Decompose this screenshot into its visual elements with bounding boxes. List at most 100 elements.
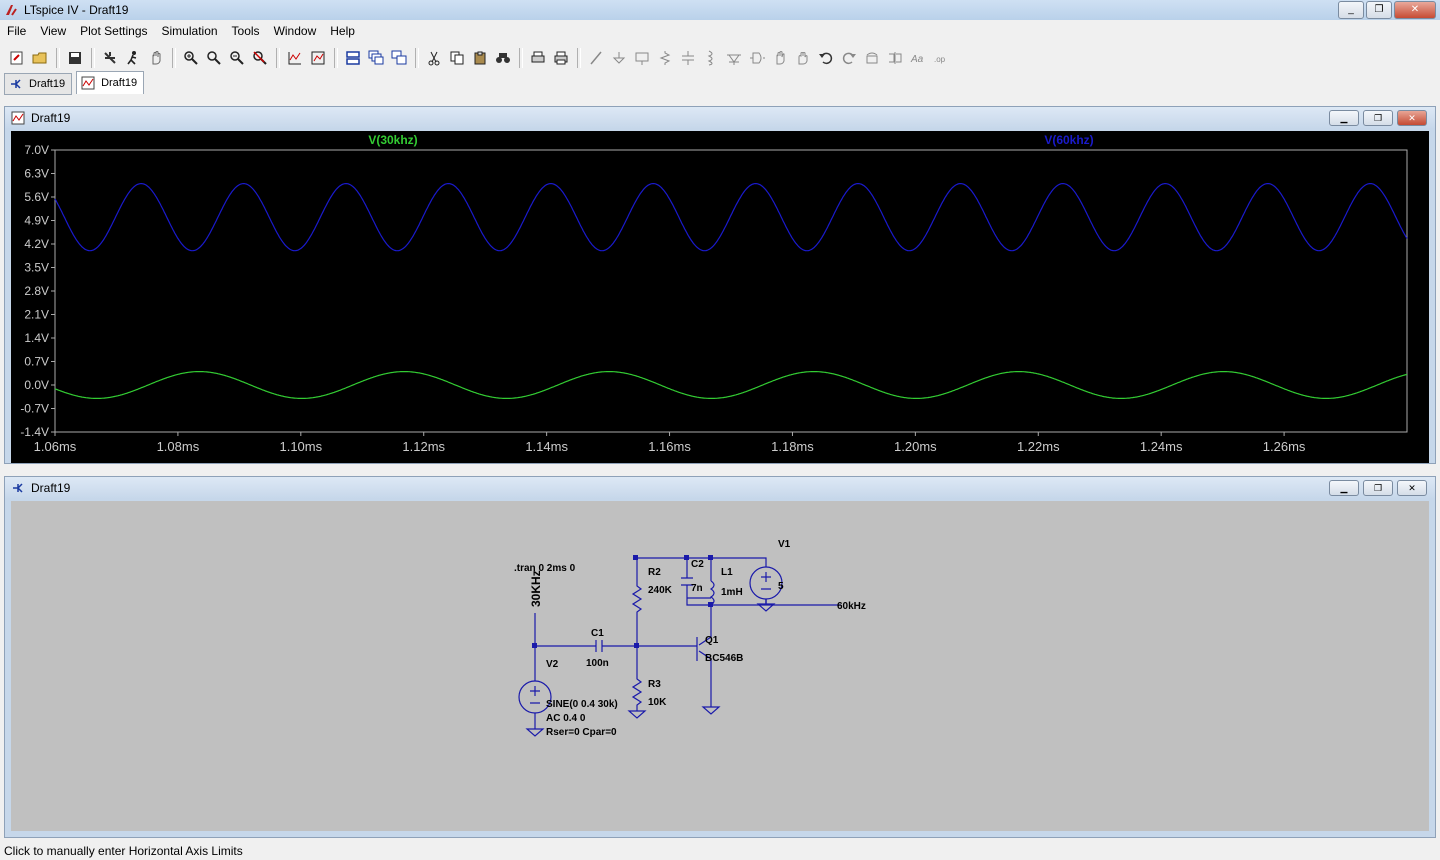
move-icon[interactable] bbox=[769, 47, 791, 69]
control-panel-icon[interactable] bbox=[99, 47, 121, 69]
waveform-chart[interactable]: 7.0V 6.3V 5.6V 4.9V 4.2V 3.5V 2.8V 2.1V 1.4V 0.7V… bbox=[11, 131, 1429, 463]
v2-line3[interactable]: Rser=0 Cpar=0 bbox=[546, 727, 617, 738]
halt-icon[interactable] bbox=[145, 47, 167, 69]
trace-v60khz[interactable] bbox=[54, 182, 1408, 252]
x-tick-label[interactable]: 1.10ms bbox=[279, 439, 322, 454]
spice-directive-icon[interactable]: .op bbox=[930, 47, 952, 69]
restore-button[interactable]: ❐ bbox=[1366, 1, 1392, 19]
x-tick-label[interactable]: 1.24ms bbox=[1140, 439, 1183, 454]
print-icon[interactable] bbox=[550, 47, 572, 69]
cut-icon[interactable] bbox=[423, 47, 445, 69]
x-tick-label[interactable]: 1.12ms bbox=[402, 439, 445, 454]
c1-value[interactable]: 100n bbox=[586, 658, 609, 669]
menu-tools[interactable]: Tools bbox=[225, 22, 267, 42]
x-tick-label[interactable]: 1.14ms bbox=[525, 439, 568, 454]
component-icon[interactable] bbox=[746, 47, 768, 69]
tran-directive[interactable]: .tran 0 2ms 0 bbox=[514, 563, 576, 574]
x-tick-label[interactable]: 1.06ms bbox=[34, 439, 77, 454]
capacitor-icon[interactable] bbox=[677, 47, 699, 69]
l1-name[interactable]: L1 bbox=[721, 567, 733, 578]
v2-line1[interactable]: SINE(0 0.4 30k) bbox=[546, 699, 618, 710]
schematic-window-titlebar[interactable]: Draft19 ▁ ❐ ✕ bbox=[5, 477, 1435, 499]
net-label-60khz[interactable]: 60kHz bbox=[837, 601, 866, 612]
v2-name[interactable]: V2 bbox=[546, 659, 559, 670]
trace-label-v60khz[interactable]: V(60khz) bbox=[1044, 133, 1093, 147]
zoom-in-icon[interactable] bbox=[180, 47, 202, 69]
inductor-icon[interactable] bbox=[700, 47, 722, 69]
menu-plot-settings[interactable]: Plot Settings bbox=[73, 22, 154, 42]
v1-name[interactable]: V1 bbox=[778, 539, 791, 550]
mirror-icon[interactable] bbox=[884, 47, 906, 69]
plot-close-button[interactable]: ✕ bbox=[1397, 110, 1427, 126]
l1-value[interactable]: 1mH bbox=[721, 587, 743, 598]
plot-window-titlebar[interactable]: Draft19 ▁ ❐ ✕ bbox=[5, 107, 1435, 129]
copy-icon[interactable] bbox=[446, 47, 468, 69]
schematic-minimize-button[interactable]: ▁ bbox=[1329, 480, 1359, 496]
close-button[interactable]: ✕ bbox=[1394, 1, 1436, 19]
net-label-30khz[interactable]: 30KHz bbox=[529, 570, 543, 607]
axis-icon[interactable] bbox=[307, 47, 329, 69]
y-tick-label: 3.5V bbox=[24, 261, 49, 275]
v2-line2[interactable]: AC 0.4 0 bbox=[546, 713, 586, 724]
plot-restore-button[interactable]: ❐ bbox=[1363, 110, 1393, 126]
q1-name[interactable]: Q1 bbox=[705, 635, 719, 646]
tab-schematic[interactable]: Draft19 bbox=[4, 73, 73, 95]
redo-icon[interactable] bbox=[838, 47, 860, 69]
run-icon[interactable] bbox=[122, 47, 144, 69]
x-tick-label[interactable]: 1.16ms bbox=[648, 439, 691, 454]
menu-help[interactable]: Help bbox=[323, 22, 362, 42]
label-icon[interactable] bbox=[631, 47, 653, 69]
plot-minimize-button[interactable]: ▁ bbox=[1329, 110, 1359, 126]
x-tick-label[interactable]: 1.18ms bbox=[771, 439, 814, 454]
trace-v30khz[interactable] bbox=[54, 371, 1408, 399]
menu-simulation[interactable]: Simulation bbox=[155, 22, 225, 42]
menu-window[interactable]: Window bbox=[267, 22, 324, 42]
r3-value[interactable]: 10K bbox=[648, 697, 667, 708]
c2-name[interactable]: C2 bbox=[691, 559, 704, 570]
paste-icon[interactable] bbox=[469, 47, 491, 69]
print-setup-icon[interactable] bbox=[527, 47, 549, 69]
text-icon[interactable]: Aa bbox=[907, 47, 929, 69]
r2-value[interactable]: 240K bbox=[648, 585, 673, 596]
r2-name[interactable]: R2 bbox=[648, 567, 661, 578]
x-tick-label[interactable]: 1.08ms bbox=[157, 439, 200, 454]
q1-value[interactable]: BC546B bbox=[705, 653, 743, 664]
schematic-restore-button[interactable]: ❐ bbox=[1363, 480, 1393, 496]
wire-icon[interactable] bbox=[585, 47, 607, 69]
resistor-icon[interactable] bbox=[654, 47, 676, 69]
c2-value[interactable]: 7n bbox=[691, 583, 703, 594]
save-icon[interactable] bbox=[64, 47, 86, 69]
open-icon[interactable] bbox=[29, 47, 51, 69]
r3-name[interactable]: R3 bbox=[648, 679, 661, 690]
waveform-plot-pane[interactable]: 7.0V 6.3V 5.6V 4.9V 4.2V 3.5V 2.8V 2.1V 1.4V 0.7V… bbox=[11, 131, 1429, 463]
menu-view[interactable]: View bbox=[33, 22, 73, 42]
v1-value[interactable]: 5 bbox=[778, 581, 784, 592]
x-tick-label[interactable]: 1.20ms bbox=[894, 439, 937, 454]
undo-icon[interactable] bbox=[815, 47, 837, 69]
tile-vertical-icon[interactable] bbox=[388, 47, 410, 69]
ground-icon[interactable] bbox=[608, 47, 630, 69]
title-bar: LTspice IV - Draft19 _ ❐ ✕ bbox=[0, 0, 1440, 20]
schematic-canvas[interactable]: .tran 0 2ms 0 30KHz 60kHz V1 5 V2 SINE(0… bbox=[11, 501, 1429, 831]
minimize-button[interactable]: _ bbox=[1338, 1, 1364, 19]
schematic-close-button[interactable]: ✕ bbox=[1397, 480, 1427, 496]
zoom-out-icon[interactable] bbox=[203, 47, 225, 69]
y-tick-label: -1.4V bbox=[20, 425, 49, 439]
find-icon[interactable] bbox=[492, 47, 514, 69]
new-schematic-icon[interactable] bbox=[6, 47, 28, 69]
zoom-cancel-icon[interactable] bbox=[249, 47, 271, 69]
autorange-icon[interactable] bbox=[284, 47, 306, 69]
x-tick-label[interactable]: 1.22ms bbox=[1017, 439, 1060, 454]
tile-horizontal-icon[interactable] bbox=[342, 47, 364, 69]
zoom-full-icon[interactable] bbox=[226, 47, 248, 69]
rotate-icon[interactable] bbox=[861, 47, 883, 69]
tab-waveform[interactable]: Draft19 bbox=[76, 71, 145, 94]
menu-file[interactable]: File bbox=[0, 22, 33, 42]
drag-icon[interactable] bbox=[792, 47, 814, 69]
circuit-diagram[interactable]: .tran 0 2ms 0 30KHz 60kHz V1 5 V2 SINE(0… bbox=[11, 501, 1429, 831]
x-tick-label[interactable]: 1.26ms bbox=[1263, 439, 1306, 454]
trace-label-v30khz[interactable]: V(30khz) bbox=[368, 133, 417, 147]
cascade-icon[interactable] bbox=[365, 47, 387, 69]
diode-icon[interactable] bbox=[723, 47, 745, 69]
c1-name[interactable]: C1 bbox=[591, 628, 604, 639]
